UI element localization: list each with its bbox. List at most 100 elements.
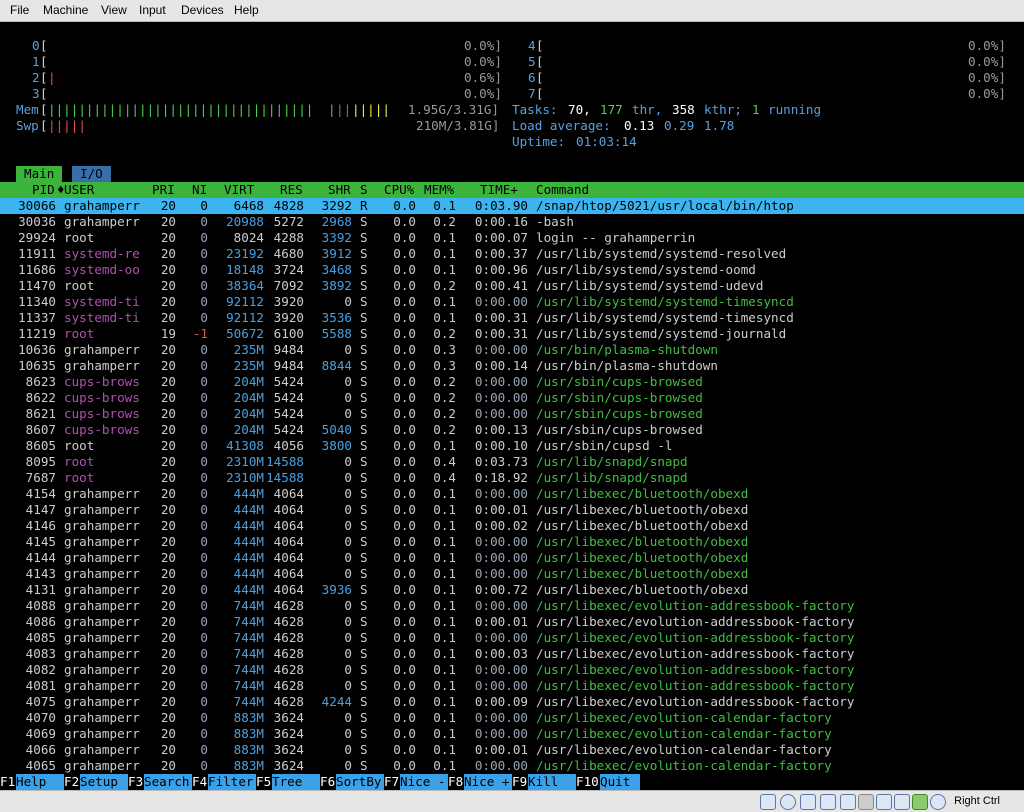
process-row[interactable]: 4085 grahamperr 20 0 744M 4628 0 S 0.0 0.1 0:00.00…: [0, 630, 1024, 646]
process-row[interactable]: 4066 grahamperr 20 0 883M 3624 0 S 0.0 0.1 0:00.01…: [0, 742, 1024, 758]
process-row-selected[interactable]: 30066 grahamperr 20 0 6468 4828 3292 R 0.0 0.1 0:0…: [0, 198, 1024, 214]
process-row[interactable]: 11340 systemd-ti 20 0 92112 3920 0 S 0.0 0.1 0:00.…: [0, 294, 1024, 310]
fkey-f7[interactable]: F7: [384, 774, 399, 790]
process-row[interactable]: 4147 grahamperr 20 0 444M 4064 0 S 0.0 0.1 0:00.01…: [0, 502, 1024, 518]
fkey-kill[interactable]: Kill: [528, 774, 576, 790]
fkey-setup[interactable]: Setup: [80, 774, 128, 790]
col-pri[interactable]: PRI: [152, 182, 175, 198]
usb-icon[interactable]: [840, 794, 856, 810]
process-row[interactable]: 4143 grahamperr 20 0 444M 4064 0 S 0.0 0.1 0:00.00…: [0, 566, 1024, 582]
col-shr[interactable]: SHR: [328, 182, 351, 198]
col-pid[interactable]: PID: [32, 182, 55, 198]
process-row[interactable]: 4145 grahamperr 20 0 444M 4064 0 S 0.0 0.1 0:00.00…: [0, 534, 1024, 550]
process-row[interactable]: 4065 grahamperr 20 0 883M 3624 0 S 0.0 0.1 0:00.00…: [0, 758, 1024, 774]
mouse-integration-icon[interactable]: [930, 794, 946, 810]
process-row[interactable]: 4088 grahamperr 20 0 744M 4628 0 S 0.0 0.1 0:00.00…: [0, 598, 1024, 614]
col-cpu[interactable]: CPU%: [384, 182, 414, 198]
fkey-f2[interactable]: F2: [64, 774, 79, 790]
col-mem[interactable]: MEM%: [424, 182, 454, 198]
process-row[interactable]: 8621 cups-brows 20 0 204M 5424 0 S 0.0 0.2 0:00.00…: [0, 406, 1024, 422]
audio-icon[interactable]: [800, 794, 816, 810]
process-row[interactable]: 4081 grahamperr 20 0 744M 4628 0 S 0.0 0.1 0:00.00…: [0, 678, 1024, 694]
fkey-filter[interactable]: Filter: [208, 774, 256, 790]
fkey-tree[interactable]: Tree: [272, 774, 320, 790]
process-row[interactable]: 4154 grahamperr 20 0 444M 4064 0 S 0.0 0.1 0:00.00…: [0, 486, 1024, 502]
fkey-nice-minus[interactable]: Nice -: [400, 774, 448, 790]
fkey-search[interactable]: Search: [144, 774, 192, 790]
fkey-sortby[interactable]: SortBy: [336, 774, 384, 790]
process-row[interactable]: 30036 grahamperr 20 0 20988 5272 2968 S 0.0 0.2 0:…: [0, 214, 1024, 230]
col-virt[interactable]: VIRT: [224, 182, 254, 198]
fkey-f10[interactable]: F10: [576, 774, 599, 790]
fkey-f8[interactable]: F8: [448, 774, 463, 790]
menu-view[interactable]: View: [101, 3, 127, 17]
cell-virt: 444M: [233, 486, 264, 501]
process-row[interactable]: 8605 root 20 0 41308 4056 3800 S 0.0 0.1 0:00.10/u…: [0, 438, 1024, 454]
fkey-help[interactable]: Help: [16, 774, 64, 790]
fkey-f1[interactable]: F1: [0, 774, 15, 790]
process-row[interactable]: 4075 grahamperr 20 0 744M 4628 4244 S 0.0 0.1 0:00…: [0, 694, 1024, 710]
process-row[interactable]: 7687 root 20 0 2310M 14588 0 S 0.0 0.4 0:18.92/usr…: [0, 470, 1024, 486]
menu-help[interactable]: Help: [234, 3, 259, 17]
process-row[interactable]: 4146 grahamperr 20 0 444M 4064 0 S 0.0 0.1 0:00.02…: [0, 518, 1024, 534]
fkey-f6[interactable]: F6: [320, 774, 335, 790]
process-row[interactable]: 11337 systemd-ti 20 0 92112 3920 3536 S 0.0 0.1 0:…: [0, 310, 1024, 326]
col-time[interactable]: TIME+: [480, 182, 518, 198]
process-row[interactable]: 4144 grahamperr 20 0 444M 4064 0 S 0.0 0.1 0:00.00…: [0, 550, 1024, 566]
process-row[interactable]: 11219 root 19 -1 50672 6100 5588 S 0.0 0.2 0:00.31…: [0, 326, 1024, 342]
process-row[interactable]: 4131 grahamperr 20 0 444M 4064 3936 S 0.0 0.1 0:00…: [0, 582, 1024, 598]
menu-file[interactable]: File: [10, 3, 29, 17]
terminal[interactable]: 0[ 0.0%] 4[ 0.0%] 1[ 0.0%] 5[ 0.0%] 2[| …: [0, 22, 1024, 790]
process-row[interactable]: 8095 root 20 0 2310M 14588 0 S 0.0 0.4 0:03.73/usr…: [0, 454, 1024, 470]
fkey-f9[interactable]: F9: [512, 774, 527, 790]
process-row[interactable]: 10636 grahamperr 20 0 235M 9484 0 S 0.0 0.3 0:00.0…: [0, 342, 1024, 358]
col-user[interactable]: USER: [64, 182, 94, 198]
tasks-running-label: running: [768, 102, 822, 117]
process-row[interactable]: 10635 grahamperr 20 0 235M 9484 8844 S 0.0 0.3 0:0…: [0, 358, 1024, 374]
cell-cpu: 0.0: [393, 582, 416, 597]
optical-drive-icon[interactable]: [780, 794, 796, 810]
fkey-f4[interactable]: F4: [192, 774, 207, 790]
cell-user: grahamperr: [64, 726, 140, 741]
col-state[interactable]: S: [360, 182, 368, 198]
cell-pid: 4066: [25, 742, 56, 757]
video-capture-icon[interactable]: [894, 794, 910, 810]
process-row[interactable]: 4082 grahamperr 20 0 744M 4628 0 S 0.0 0.1 0:00.00…: [0, 662, 1024, 678]
process-row[interactable]: 4069 grahamperr 20 0 883M 3624 0 S 0.0 0.1 0:00.00…: [0, 726, 1024, 742]
cell-shr: 0: [344, 390, 352, 405]
network-icon[interactable]: [820, 794, 836, 810]
col-ni[interactable]: NI: [192, 182, 207, 198]
fkey-nice-plus[interactable]: Nice +: [464, 774, 512, 790]
shared-folders-icon[interactable]: [858, 794, 874, 810]
process-row[interactable]: 8623 cups-brows 20 0 204M 5424 0 S 0.0 0.2 0:00.00…: [0, 374, 1024, 390]
cell-state: S: [360, 486, 368, 501]
cell-state: S: [360, 214, 368, 229]
process-row[interactable]: 11911 systemd-re 20 0 23192 4680 3912 S 0.0 0.1 0:…: [0, 246, 1024, 262]
process-row[interactable]: 8622 cups-brows 20 0 204M 5424 0 S 0.0 0.2 0:00.00…: [0, 390, 1024, 406]
process-row[interactable]: 29924 root 20 0 8024 4288 3392 S 0.0 0.1 0:00.07 lo…: [0, 230, 1024, 246]
process-row[interactable]: 11470 root 20 0 38364 7092 3892 S 0.0 0.2 0:00.41 /…: [0, 278, 1024, 294]
process-row[interactable]: 11686 systemd-oo 20 0 18148 3724 3468 S 0.0 0.1 0:…: [0, 262, 1024, 278]
cpu-activity-icon[interactable]: [912, 794, 928, 810]
display-icon[interactable]: [876, 794, 892, 810]
col-res[interactable]: RES: [280, 182, 303, 198]
process-row[interactable]: 4086 grahamperr 20 0 744M 4628 0 S 0.0 0.1 0:00.01…: [0, 614, 1024, 630]
tab-main[interactable]: Main: [16, 166, 63, 182]
process-row[interactable]: 4083 grahamperr 20 0 744M 4628 0 S 0.0 0.1 0:00.03…: [0, 646, 1024, 662]
hard-disk-icon[interactable]: [760, 794, 776, 810]
tasks-running: 1: [752, 102, 760, 117]
cell-pri: 20: [160, 582, 176, 597]
cpu-id: 1: [32, 54, 40, 69]
process-row[interactable]: 4070 grahamperr 20 0 883M 3624 0 S 0.0 0.1 0:00.00…: [0, 710, 1024, 726]
menu-input[interactable]: Input: [139, 3, 166, 17]
menu-machine[interactable]: Machine: [43, 3, 88, 17]
fkey-f5[interactable]: F5: [256, 774, 271, 790]
process-row[interactable]: 8607 cups-brows 20 0 204M 5424 5040 S 0.0 0.2 0:00…: [0, 422, 1024, 438]
cell-state: S: [360, 246, 368, 261]
menu-devices[interactable]: Devices: [181, 3, 224, 17]
fkey-f3[interactable]: F3: [128, 774, 143, 790]
tab-io[interactable]: I/O: [72, 166, 111, 182]
fkey-quit[interactable]: Quit: [600, 774, 640, 790]
col-command[interactable]: Command: [536, 182, 589, 198]
cell-user: grahamperr: [64, 566, 140, 581]
